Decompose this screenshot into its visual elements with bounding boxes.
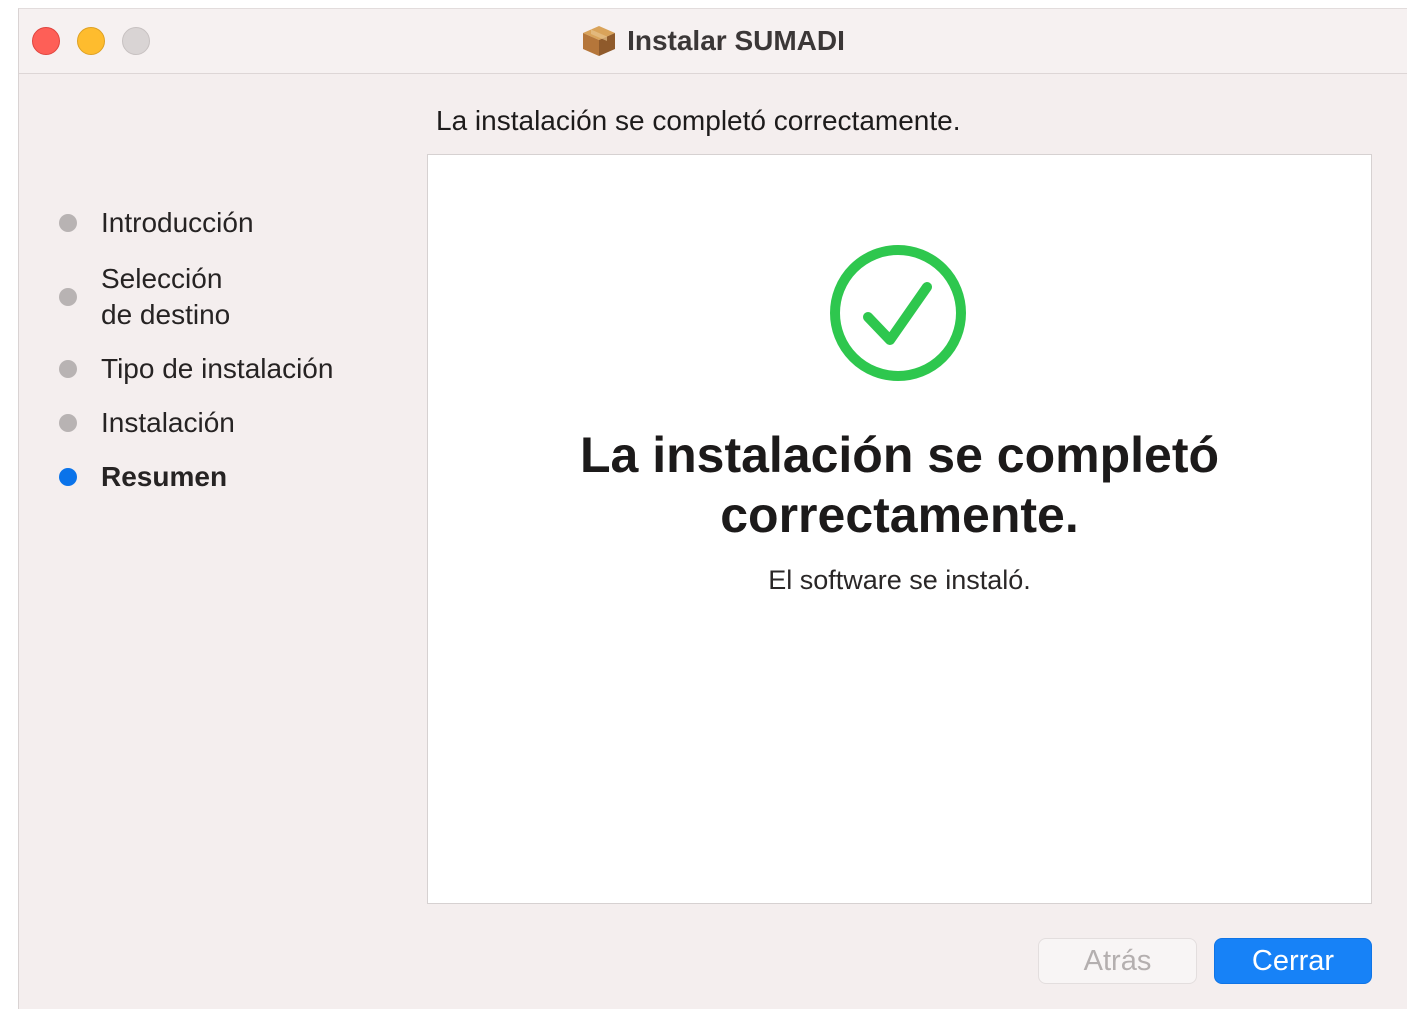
package-icon (581, 24, 617, 58)
page-header: La instalación se completó correctamente… (436, 105, 961, 136)
step-dot (59, 214, 77, 232)
sidebar-item-destination: Selección de destino (59, 261, 230, 333)
installer-window: Instalar SUMADI La instalación se comple… (18, 8, 1407, 1009)
sidebar-item-label: Selección de destino (101, 261, 230, 333)
sidebar-item-label: Instalación (101, 407, 235, 438)
sidebar-item-label-line2: de destino (101, 299, 231, 330)
checkmark-circle-icon (828, 243, 968, 388)
close-button[interactable]: Cerrar (1214, 938, 1372, 984)
sidebar-item-summary: Resumen (59, 459, 227, 495)
sidebar-item-introduction: Introducción (59, 205, 254, 241)
success-title: La instalación se completó correctamente… (428, 425, 1371, 545)
success-title-line1: La instalación se completó (579, 427, 1220, 483)
title-bar: Instalar SUMADI (19, 9, 1407, 74)
step-dot (59, 414, 77, 432)
step-dot (59, 360, 77, 378)
success-subtitle: El software se instaló. (768, 565, 1031, 595)
window-title-text: Instalar SUMADI (627, 25, 845, 56)
success-title-line2: correctamente. (720, 487, 1079, 543)
window-title: Instalar SUMADI (19, 23, 1407, 59)
sidebar-item-installation: Instalación (59, 405, 235, 441)
sidebar-item-label-line1: Selección (101, 263, 223, 294)
active-step-dot (59, 468, 77, 486)
sidebar-item-label: Tipo de instalación (101, 353, 334, 384)
step-dot (59, 288, 77, 306)
back-button[interactable]: Atrás (1038, 938, 1197, 984)
summary-panel: La instalación se completó correctamente… (427, 154, 1372, 904)
sidebar-item-label: Resumen (101, 461, 228, 492)
sidebar-item-installation-type: Tipo de instalación (59, 351, 333, 387)
sidebar-item-label: Introducción (101, 207, 254, 238)
